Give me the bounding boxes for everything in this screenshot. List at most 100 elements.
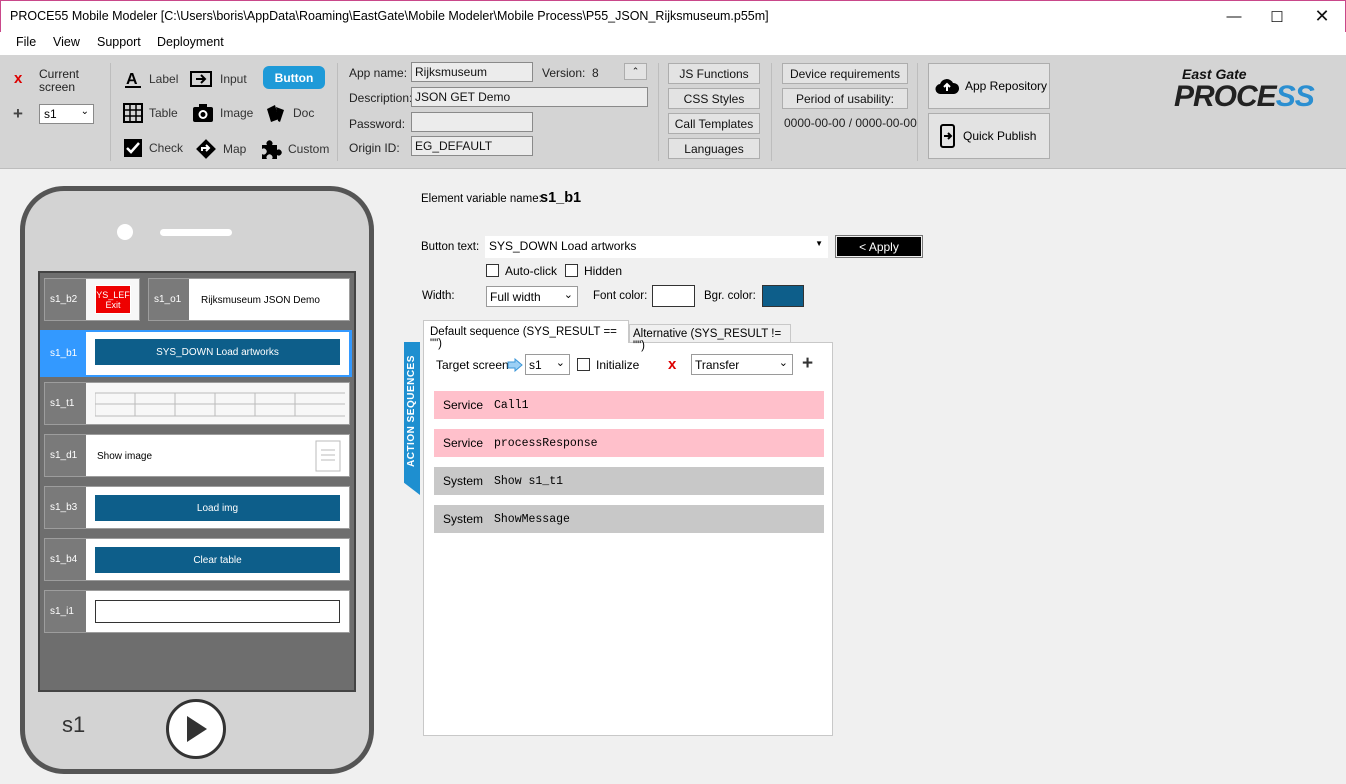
list-item[interactable]: s1_b2 YS_LEF Exit s1_o1 Rijksmuseum JSON… — [44, 278, 350, 321]
menu-view[interactable]: View — [53, 35, 80, 49]
period-value: 0000-00-00 / 0000-00-00 — [784, 116, 917, 130]
apply-button[interactable]: < Apply — [837, 237, 921, 256]
tool-table[interactable]: Table — [123, 103, 178, 123]
origin-label: Origin ID: — [349, 141, 400, 155]
target-screen-select[interactable]: s1 ⌄ — [525, 354, 570, 375]
password-field[interactable] — [411, 112, 533, 132]
origin-field[interactable]: EG_DEFAULT — [411, 136, 533, 156]
step-value: Show s1_t1 — [494, 474, 564, 488]
list-item[interactable]: s1_t1 — [44, 382, 350, 425]
quick-publish-button[interactable]: Quick Publish — [928, 113, 1050, 159]
css-styles-button[interactable]: CSS Styles — [668, 88, 760, 109]
divider — [771, 63, 772, 161]
check-icon — [124, 139, 142, 157]
font-color-swatch[interactable] — [652, 285, 695, 307]
screen-name: s1 — [62, 712, 86, 737]
phone-camera — [117, 224, 133, 240]
current-screen-select[interactable]: s1 ⌄ — [39, 104, 94, 124]
languages-button[interactable]: Languages — [668, 138, 760, 159]
width-select[interactable]: Full width ⌄ — [486, 286, 578, 307]
description-field[interactable]: JSON GET Demo — [411, 87, 648, 107]
maximize-icon[interactable]: ☐ — [1254, 1, 1300, 32]
table-preview — [95, 392, 345, 417]
add-action-icon[interactable]: + — [802, 353, 813, 375]
tool-label-text: Label — [149, 72, 179, 86]
chevron-down-icon: ⌄ — [563, 289, 573, 301]
doc-icon — [267, 105, 284, 122]
target-screen-label: Target screen — [436, 358, 509, 372]
tool-doc[interactable]: Doc — [265, 103, 314, 123]
play-button[interactable] — [166, 699, 226, 759]
list-item-selected[interactable]: s1_b1 SYS_DOWN Load artworks — [40, 330, 352, 377]
label-preview: Rijksmuseum JSON Demo — [201, 295, 320, 306]
minimize-icon[interactable]: — — [1211, 1, 1257, 32]
list-item[interactable]: s1_b4 Clear table — [44, 538, 350, 581]
hidden-checkbox[interactable] — [565, 264, 578, 277]
app-name-field[interactable]: Rijksmuseum — [411, 62, 533, 82]
current-screen-value: s1 — [44, 107, 57, 121]
tab-alternative-sequence[interactable]: Alternative (SYS_RESULT != "") — [629, 324, 791, 352]
tool-custom[interactable]: Custom — [260, 138, 329, 160]
target-screen-value: s1 — [529, 358, 542, 372]
remove-action-icon[interactable]: x — [668, 356, 676, 373]
button-text-field[interactable]: SYS_DOWN Load artworks ▼ — [485, 236, 828, 258]
tool-custom-text: Custom — [288, 142, 330, 156]
close-icon[interactable]: ✕ — [1299, 1, 1345, 32]
call-templates-button[interactable]: Call Templates — [668, 113, 760, 134]
menu-support[interactable]: Support — [97, 35, 141, 49]
auto-click-checkbox[interactable] — [486, 264, 499, 277]
title-bar: PROCE55 Mobile Modeler [C:\Users\boris\A… — [0, 0, 1346, 32]
sequence-step[interactable]: System ShowMessage — [434, 505, 824, 533]
logo-main-b: SS — [1275, 80, 1315, 113]
step-kind: System — [443, 474, 484, 488]
document-icon — [315, 440, 341, 472]
tool-button[interactable]: Button — [263, 66, 325, 89]
exit-button-preview: YS_LEF Exit — [95, 285, 131, 314]
divider — [110, 63, 111, 161]
list-item[interactable]: s1_i1 — [44, 590, 350, 633]
element-id: s1_i1 — [45, 591, 86, 632]
camera-icon — [193, 104, 213, 122]
logo-main-a: PROCE — [1174, 80, 1277, 113]
var-name-label: Element variable name: — [421, 193, 542, 205]
sequence-step[interactable]: System Show s1_t1 — [434, 467, 824, 495]
apply-button-frame: < Apply — [835, 235, 923, 258]
app-name-label: App name: — [349, 66, 408, 80]
period-button[interactable]: Period of usability: — [782, 88, 908, 109]
tab-default-sequence[interactable]: Default sequence (SYS_RESULT == "") — [423, 320, 629, 350]
chevron-down-icon: ⌄ — [80, 106, 89, 117]
add-screen-icon[interactable]: + — [13, 104, 23, 124]
button-text-label: Button text: — [421, 241, 480, 253]
list-item[interactable]: s1_d1 Show image — [44, 434, 350, 477]
action-type-select[interactable]: Transfer ⌄ — [691, 354, 793, 375]
tool-check[interactable]: Check — [123, 138, 183, 158]
tool-label[interactable]: A Label — [123, 69, 178, 89]
var-name-value: s1_b1 — [540, 190, 582, 206]
bgr-color-swatch[interactable] — [762, 285, 804, 307]
bgr-color-label: Bgr. color: — [704, 290, 756, 302]
tool-map[interactable]: Map — [195, 138, 246, 160]
divider — [658, 63, 659, 161]
button-preview: Load img — [95, 495, 340, 521]
element-id: s1_b4 — [45, 539, 86, 580]
js-functions-button[interactable]: JS Functions — [668, 63, 760, 84]
device-requirements-button[interactable]: Device requirements — [782, 63, 908, 84]
element-s1-b2[interactable]: s1_b2 YS_LEF Exit — [44, 278, 140, 321]
input-preview — [95, 600, 340, 623]
sequence-step[interactable]: Service Call1 — [434, 391, 824, 419]
menu-file[interactable]: File — [16, 35, 36, 49]
tool-input[interactable]: Input — [190, 69, 247, 89]
delete-screen-icon[interactable]: x — [14, 70, 22, 87]
chevron-up-icon: ⌃ — [631, 66, 640, 76]
app-repository-button[interactable]: App Repository — [928, 63, 1050, 109]
sequence-step[interactable]: Service processResponse — [434, 429, 824, 457]
button-text-value: SYS_DOWN Load artworks — [489, 239, 637, 253]
tool-image[interactable]: Image — [192, 103, 253, 123]
app-repository-text: App Repository — [965, 79, 1048, 93]
element-s1-o1[interactable]: s1_o1 Rijksmuseum JSON Demo — [148, 278, 350, 321]
initialize-checkbox[interactable] — [577, 358, 590, 371]
step-kind: System — [443, 512, 484, 526]
list-item[interactable]: s1_b3 Load img — [44, 486, 350, 529]
version-up-button[interactable]: ⌃ — [624, 63, 647, 80]
menu-deployment[interactable]: Deployment — [157, 35, 224, 49]
